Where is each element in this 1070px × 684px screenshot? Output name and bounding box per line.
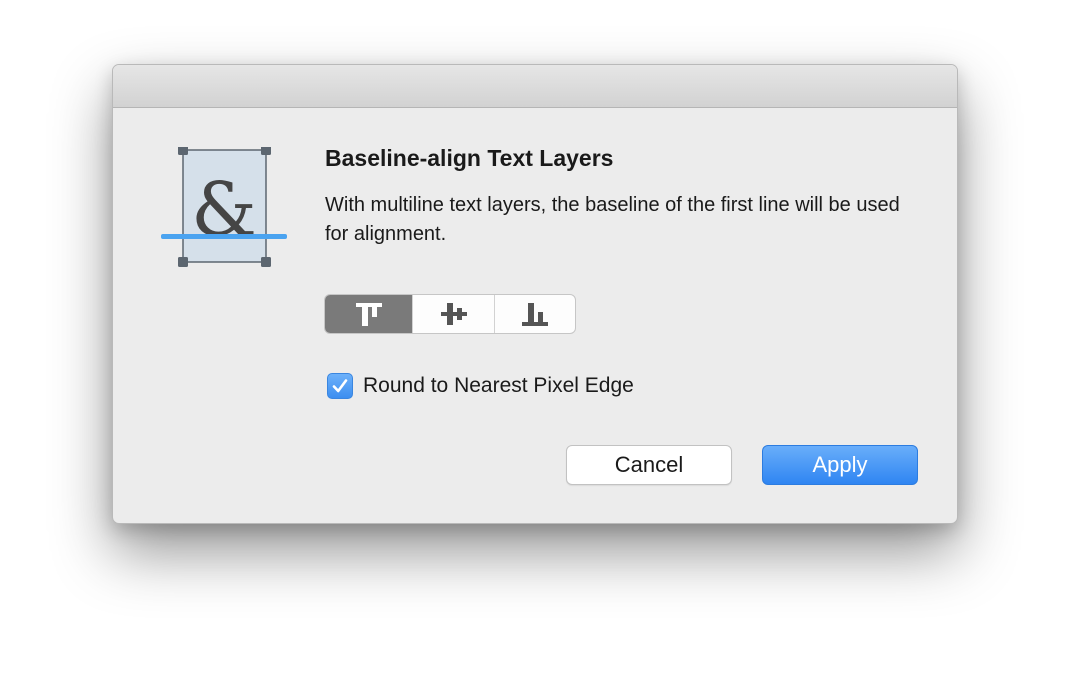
checkmark-icon — [332, 379, 348, 393]
round-pixel-label[interactable]: Round to Nearest Pixel Edge — [363, 374, 634, 398]
dialog-titlebar[interactable] — [113, 65, 957, 108]
text-baseline-icon: & — [161, 145, 291, 267]
dialog-message: With multiline text layers, the baseline… — [325, 194, 900, 245]
align-middle-segment[interactable] — [412, 295, 494, 333]
align-top-icon — [355, 303, 382, 326]
cancel-button[interactable]: Cancel — [566, 445, 732, 485]
round-pixel-checkbox[interactable] — [327, 373, 353, 399]
align-bottom-icon — [522, 303, 548, 326]
alignment-segmented-control — [324, 294, 576, 334]
align-bottom-segment[interactable] — [494, 295, 575, 333]
dialog-title: Baseline-align Text Layers — [325, 145, 614, 171]
round-pixel-option: Round to Nearest Pixel Edge — [327, 372, 634, 400]
baseline-align-dialog: & Baseline-align Text Layers With multil… — [112, 64, 958, 524]
ampersand-glyph: & — [191, 167, 257, 253]
align-middle-icon — [440, 303, 467, 325]
align-top-segment[interactable] — [325, 295, 412, 333]
apply-button[interactable]: Apply — [762, 445, 918, 485]
